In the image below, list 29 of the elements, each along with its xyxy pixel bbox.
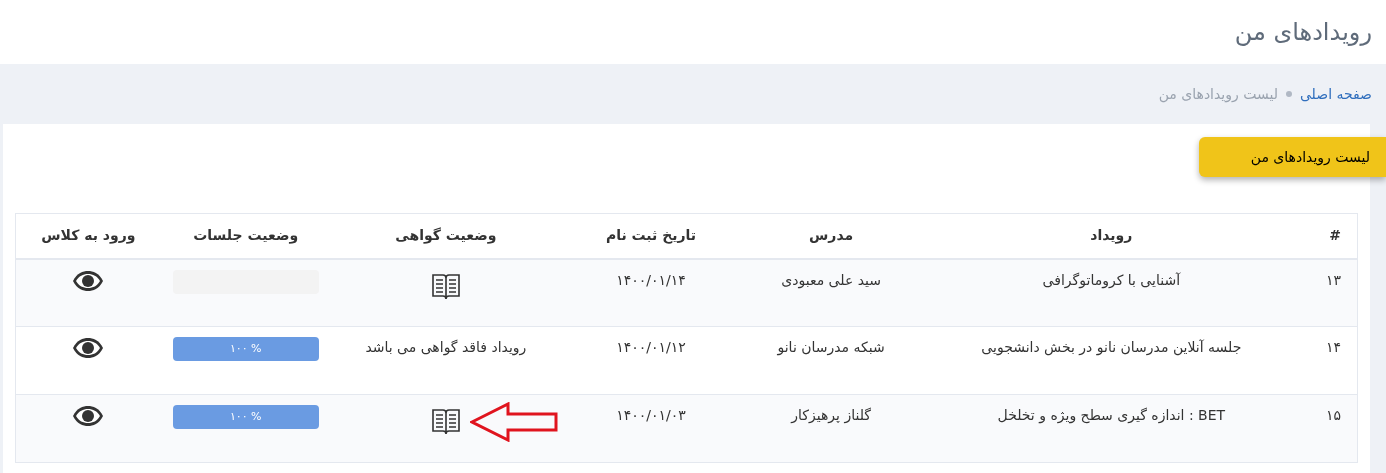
table-cell: ۱۵ [1325,407,1341,423]
breadcrumb-current: لیست رویدادهای من [1158,84,1278,105]
table-cell: ۱۳ [1325,271,1341,288]
progress-fill: % ۱۰۰ [172,337,319,361]
page-title: رویدادهای من [1234,17,1372,48]
column-header: وضعیت گواهی [395,227,497,244]
eye-icon[interactable] [72,269,105,292]
breadcrumb-link[interactable]: صفحه اصلی [1299,83,1372,105]
table-cell: BET : اندازه گیری سطح ویژه و تخلخل [997,407,1226,423]
table-cell: ۱۴ [1325,339,1341,355]
table-cell: جلسه آنلاین مدرسان نانو در بخش دانشجویی [981,339,1242,355]
column-header: وضعیت جلسات [193,227,299,244]
column-header: تاریخ ثبت نام [605,227,697,244]
table-cell: ۱۴۰۰/۰۱/۰۳ [616,407,686,423]
progress-fill: % ۱۰۰ [172,405,319,429]
table-cell-text: رویداد فاقد گواهی می باشد [365,338,527,358]
table-cell: ۱۴۰۰/۰۱/۱۲ [616,339,686,355]
column-header: رویداد [1090,227,1133,244]
column-header: مدرس [809,227,854,244]
table-cell: گلناز پرهیزکار [791,407,871,423]
column-header: # [1329,227,1341,244]
table-cell: ۱۴۰۰/۰۱/۱۴ [616,271,686,288]
table-cell: آشنایی با کروماتوگرافی [1042,271,1181,288]
eye-icon[interactable] [72,337,105,359]
breadcrumb-separator-icon [1285,91,1292,97]
table-cell: سید علی معبودی [781,271,881,288]
eye-icon[interactable] [72,405,105,427]
column-header: ورود به کلاس [41,227,136,244]
table-cell: شبکه مدرسان نانو [777,339,885,355]
